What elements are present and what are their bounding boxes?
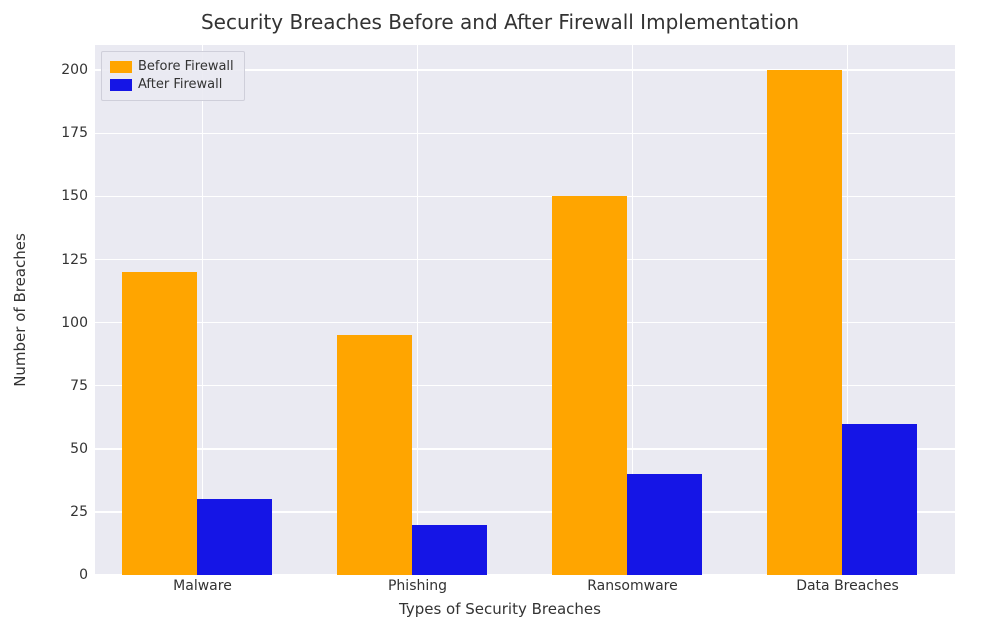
legend-swatch-before-icon — [110, 61, 132, 73]
bar — [552, 196, 627, 575]
legend: Before Firewall After Firewall — [101, 51, 245, 101]
legend-item-after: After Firewall — [110, 76, 234, 94]
x-axis-label: Types of Security Breaches — [0, 600, 1000, 618]
y-tick-label: 25 — [8, 504, 88, 520]
bar — [842, 424, 917, 575]
y-tick-label: 175 — [8, 125, 88, 141]
legend-label-before: Before Firewall — [138, 58, 234, 76]
gridline-v — [202, 45, 204, 575]
bar — [337, 335, 412, 575]
gridline-v — [417, 45, 419, 575]
y-tick-label: 75 — [8, 378, 88, 394]
y-tick-label: 125 — [8, 252, 88, 268]
y-tick-label: 50 — [8, 441, 88, 457]
bar — [627, 474, 702, 575]
legend-label-after: After Firewall — [138, 76, 222, 94]
bar — [412, 525, 487, 575]
plot-area: Before Firewall After Firewall — [95, 45, 955, 575]
x-tick-label: Phishing — [338, 578, 498, 594]
bar — [767, 70, 842, 575]
chart-figure: Security Breaches Before and After Firew… — [0, 0, 1000, 632]
y-tick-label: 0 — [8, 567, 88, 583]
bar — [197, 499, 272, 575]
y-tick-label: 150 — [8, 188, 88, 204]
legend-swatch-after-icon — [110, 79, 132, 91]
chart-title: Security Breaches Before and After Firew… — [0, 10, 1000, 34]
y-tick-label: 200 — [8, 62, 88, 78]
x-tick-label: Malware — [123, 578, 283, 594]
bar — [122, 272, 197, 575]
x-tick-label: Ransomware — [553, 578, 713, 594]
legend-item-before: Before Firewall — [110, 58, 234, 76]
y-tick-label: 100 — [8, 315, 88, 331]
x-tick-label: Data Breaches — [768, 578, 928, 594]
